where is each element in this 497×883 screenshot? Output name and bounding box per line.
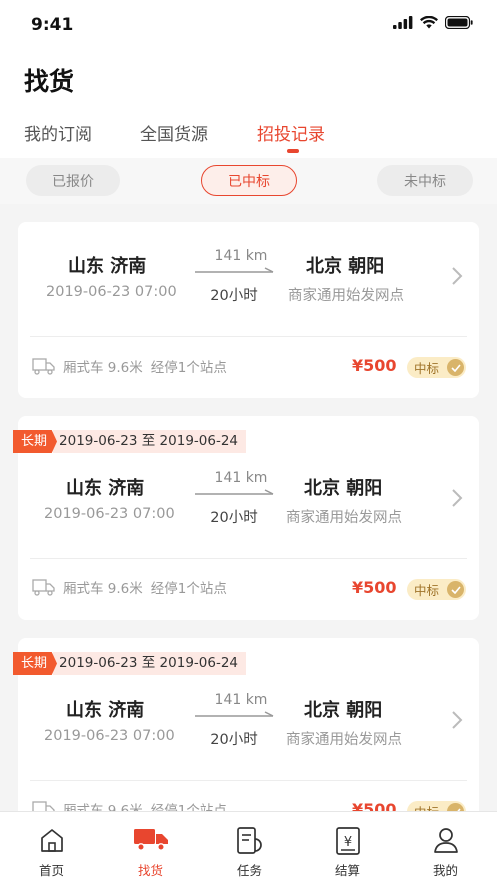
truck-outline-icon <box>32 358 55 375</box>
period-range: 2019-06-23 至 2019-06-24 <box>53 430 247 453</box>
destination-city: 北京 朝阳 <box>304 478 383 499</box>
origin-time: 2019-06-23 07:00 <box>44 506 175 522</box>
tabbar-find-cargo[interactable]: 找货 <box>101 812 200 883</box>
tab-active-indicator <box>287 149 299 153</box>
route-arrow-icon <box>195 267 274 273</box>
route-duration: 20小时 <box>210 288 258 304</box>
route-row: 山东 济南 2019-06-23 07:00 141 km 20小时 北京 朝阳… <box>18 470 479 530</box>
tabbar-settlement[interactable]: ¥ 结算 <box>298 812 397 883</box>
check-icon <box>447 581 464 598</box>
status-badge: 中标 <box>407 357 466 378</box>
cargo-info: 厢式车 9.6米 经停1个站点 <box>32 576 227 598</box>
bid-price: ¥500 <box>352 578 397 597</box>
route-distance: 141 km <box>214 470 268 486</box>
route-row: 山东 济南 2019-06-23 07:00 141 km 20小时 北京 朝阳… <box>18 692 479 752</box>
page-title: 找货 <box>24 67 75 96</box>
check-icon <box>447 359 464 376</box>
signal-icon <box>393 16 413 29</box>
destination-desc: 商家通用始发网点 <box>288 288 404 304</box>
stop-count: 经停1个站点 <box>150 360 227 376</box>
truck-icon <box>133 829 168 851</box>
truck-outline-icon <box>32 579 55 596</box>
status-bar: 9:41 <box>0 0 497 48</box>
battery-icon <box>445 16 473 29</box>
long-term-tag: 长期 <box>13 430 58 453</box>
route-arrow-icon <box>195 489 274 495</box>
long-term-tag: 长期 <box>13 652 58 675</box>
filter-won[interactable]: 已中标 <box>201 165 297 196</box>
status-time: 9:41 <box>31 15 74 35</box>
route-distance: 141 km <box>214 692 268 708</box>
tabbar-home[interactable]: 首页 <box>2 812 101 883</box>
cargo-info: 厢式车 9.6米 经停1个站点 <box>32 355 227 377</box>
tab-my-subscriptions[interactable]: 我的订阅 <box>24 120 92 145</box>
vehicle-type: 厢式车 9.6米 <box>63 581 143 597</box>
home-icon <box>40 829 63 852</box>
task-icon <box>236 827 262 854</box>
long-term-badge: 长期 2019-06-23 至 2019-06-24 <box>13 430 247 453</box>
stop-count: 经停1个站点 <box>150 581 227 597</box>
svg-text:¥: ¥ <box>343 835 351 850</box>
origin-city: 山东 济南 <box>68 256 147 277</box>
route-duration: 20小时 <box>210 732 258 748</box>
origin-city: 山东 济南 <box>66 700 145 721</box>
bid-price: ¥500 <box>352 356 397 375</box>
bottom-tab-bar: 首页 找货 任务 ¥ 结算 我的 <box>0 811 497 883</box>
destination-desc: 商家通用始发网点 <box>286 732 402 748</box>
route-duration: 20小时 <box>210 510 258 526</box>
vehicle-type: 厢式车 9.6米 <box>63 360 143 376</box>
bid-card[interactable]: 山东 济南 2019-06-23 07:00 141 km 20小时 北京 朝阳… <box>18 222 479 398</box>
tabbar-mine[interactable]: 我的 <box>396 812 495 883</box>
long-term-badge: 长期 2019-06-23 至 2019-06-24 <box>13 652 247 675</box>
route-distance: 141 km <box>214 248 268 264</box>
period-range: 2019-06-23 至 2019-06-24 <box>53 652 247 675</box>
origin-time: 2019-06-23 07:00 <box>46 284 177 300</box>
tab-bid-records[interactable]: 招投记录 <box>257 120 325 145</box>
route-arrow-icon <box>195 711 274 717</box>
filter-quoted[interactable]: 已报价 <box>26 165 120 196</box>
origin-city: 山东 济南 <box>66 478 145 499</box>
tab-bar-top: 我的订阅 全国货源 招投记录 <box>0 118 497 158</box>
filter-lost[interactable]: 未中标 <box>377 165 473 196</box>
chevron-right-icon[interactable] <box>451 266 463 286</box>
origin-time: 2019-06-23 07:00 <box>44 728 175 744</box>
filter-bar: 已报价 已中标 未中标 <box>0 158 497 204</box>
settlement-icon: ¥ <box>335 827 360 855</box>
status-badge: 中标 <box>407 579 466 600</box>
destination-desc: 商家通用始发网点 <box>286 510 402 526</box>
tabbar-tasks[interactable]: 任务 <box>200 812 299 883</box>
wifi-icon <box>420 16 438 29</box>
chevron-right-icon[interactable] <box>451 488 463 508</box>
destination-city: 北京 朝阳 <box>306 256 385 277</box>
tab-national-sources[interactable]: 全国货源 <box>140 120 208 145</box>
destination-city: 北京 朝阳 <box>304 700 383 721</box>
profile-icon <box>433 828 458 853</box>
header-area: 9:41 找货 我的订阅 全国货源 招投记录 已报价 已中标 未中标 <box>0 0 497 204</box>
chevron-right-icon[interactable] <box>451 710 463 730</box>
bid-card[interactable]: 长期 2019-06-23 至 2019-06-24 山东 济南 2019-06… <box>13 416 479 620</box>
route-row: 山东 济南 2019-06-23 07:00 141 km 20小时 北京 朝阳… <box>18 248 479 308</box>
